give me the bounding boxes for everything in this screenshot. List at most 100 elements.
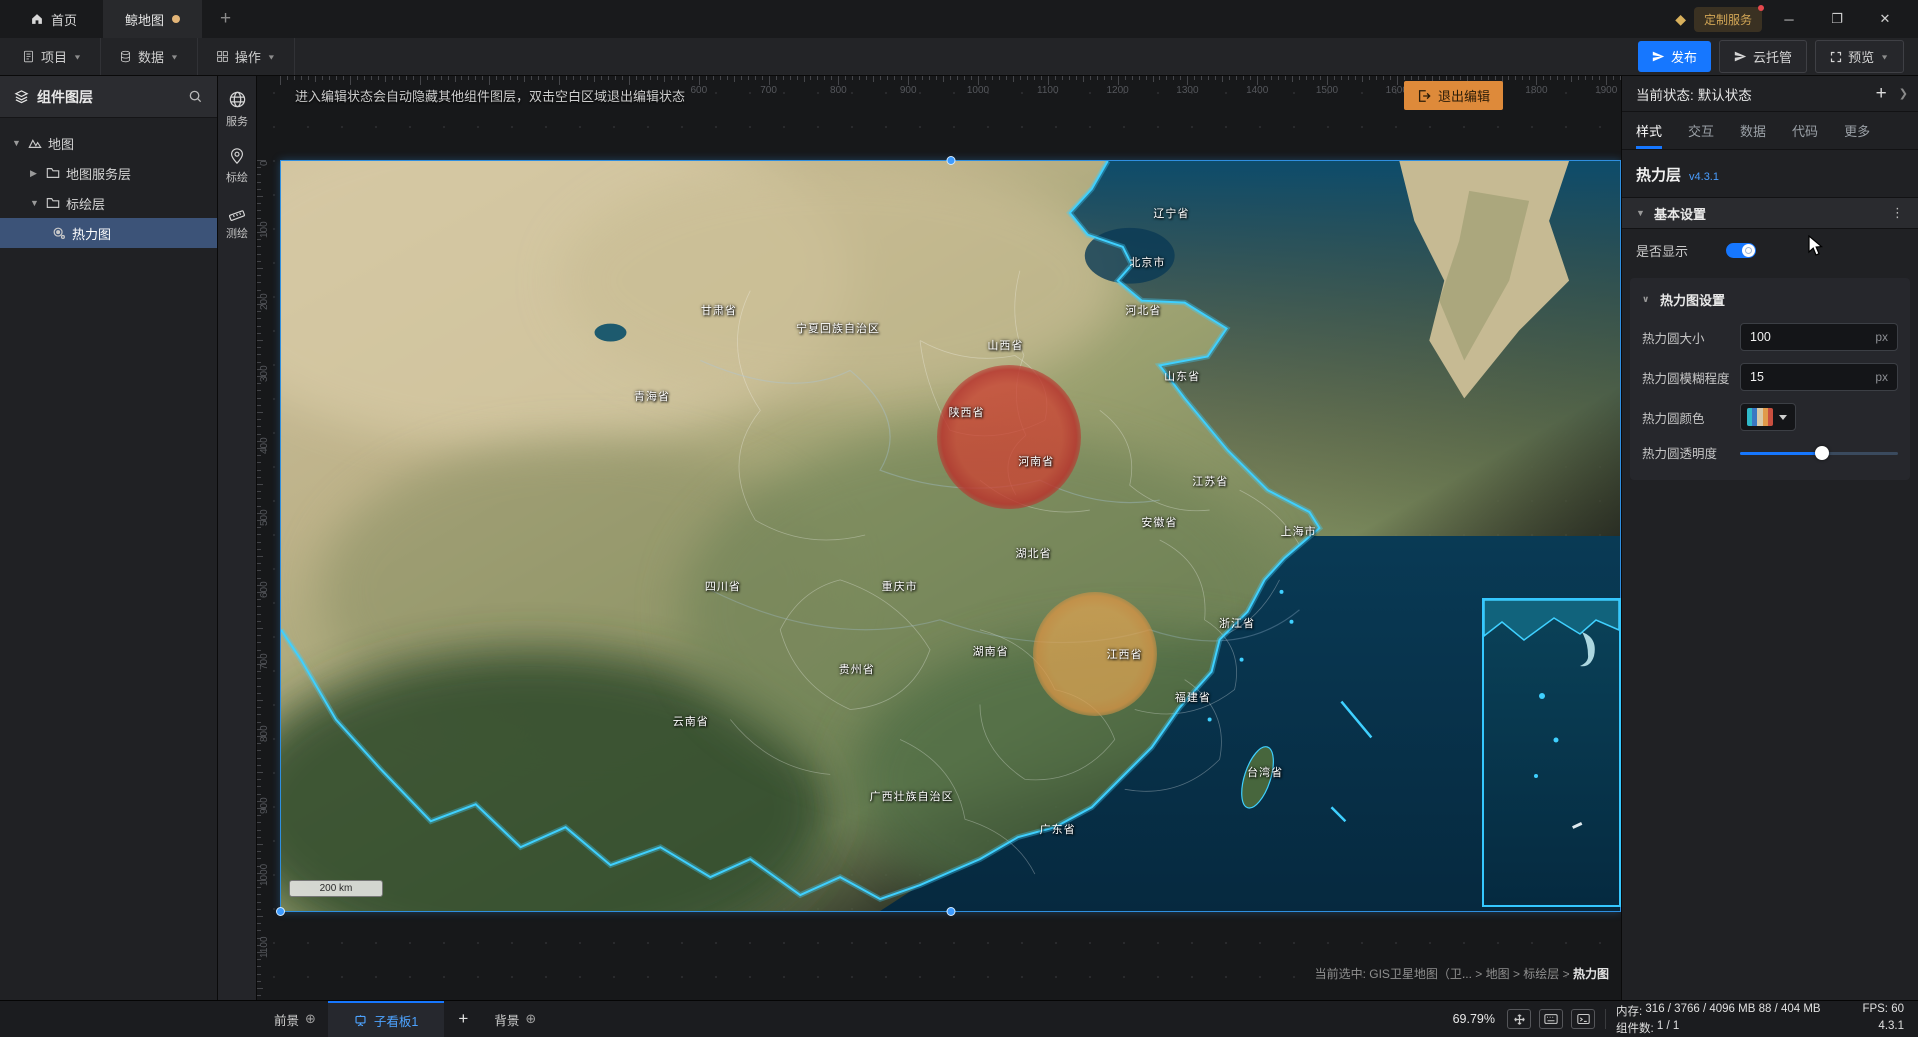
more-options-icon[interactable]: ⋮ — [1891, 205, 1904, 221]
heat-blur-value: 15 — [1750, 370, 1875, 384]
exit-edit-button[interactable]: 退出编辑 — [1404, 81, 1503, 110]
console-icon[interactable] — [1571, 1009, 1595, 1029]
publish-button[interactable]: 发布 — [1638, 41, 1711, 72]
ruler-tick — [804, 76, 805, 82]
opacity-slider[interactable] — [1740, 446, 1898, 460]
ruler-tick — [790, 76, 791, 80]
menu-action[interactable]: 操作▼ — [198, 38, 295, 75]
background-button[interactable]: 背景 ⊕ — [482, 1001, 548, 1037]
fit-view-icon[interactable] — [1507, 1009, 1531, 1029]
expand-circle-icon[interactable]: ⊕ — [525, 1011, 536, 1027]
expand-circle-icon[interactable]: ⊕ — [305, 1011, 316, 1027]
ruler-tick — [468, 76, 469, 80]
slider-handle[interactable] — [1815, 446, 1829, 460]
ruler-tick — [257, 786, 261, 787]
tab-more[interactable]: 更多 — [1844, 112, 1870, 149]
tool-service[interactable]: 服务 — [226, 90, 248, 129]
board-tab[interactable]: 子看板1 — [328, 1001, 444, 1037]
preview-button[interactable]: 预览▼ — [1815, 40, 1904, 73]
tree-item-heatmap[interactable]: 热力图 — [0, 218, 217, 248]
background-label: 背景 — [494, 1010, 519, 1029]
resize-handle-bottom-left[interactable] — [276, 907, 285, 916]
cloud-host-label: 云托管 — [1753, 47, 1792, 66]
ruler-tick — [1139, 76, 1140, 80]
province-label: 陕西省 — [949, 404, 985, 420]
foreground-button[interactable]: 前景 ⊕ — [262, 1001, 328, 1037]
edit-canvas[interactable]: 6007008009001000110012001300140015001600… — [257, 76, 1621, 1000]
cloud-host-button[interactable]: 云托管 — [1719, 40, 1807, 73]
new-tab-button[interactable]: + — [202, 0, 249, 38]
ruler-tick — [1320, 76, 1321, 80]
resize-handle-bottom[interactable] — [946, 907, 955, 916]
ruler-number: 1100 — [1037, 85, 1059, 96]
tool-plot-label: 标绘 — [226, 169, 248, 185]
tab-whale-map[interactable]: 鲸地图 — [103, 0, 202, 38]
restore-button[interactable]: ❐ — [1816, 0, 1858, 38]
province-label: 青海省 — [634, 388, 670, 404]
tree-item-map[interactable]: ▼ 地图 — [0, 128, 217, 158]
tab-code[interactable]: 代码 — [1792, 112, 1818, 149]
heat-color-picker[interactable] — [1740, 403, 1796, 431]
ruler-number: 1500 — [1316, 85, 1338, 96]
section-heatmap-settings[interactable]: ∨ 热力图设置 — [1642, 290, 1898, 309]
menu-data[interactable]: 数据▼ — [101, 38, 198, 75]
zoom-level[interactable]: 69.79% — [1453, 1012, 1495, 1026]
section-basic-settings[interactable]: ▼ 基本设置 ⋮ — [1622, 197, 1918, 229]
tool-plot[interactable]: 标绘 — [226, 147, 248, 185]
ruler-tick — [1243, 76, 1244, 80]
vip-service-badge[interactable]: 定制服务 — [1694, 7, 1762, 32]
add-board-button[interactable]: + — [444, 1001, 482, 1037]
ruler-tick — [1055, 76, 1056, 80]
visibility-toggle[interactable] — [1726, 243, 1756, 258]
ruler-tick — [685, 76, 686, 80]
tool-service-label: 服务 — [226, 113, 248, 129]
ruler-tick — [1522, 76, 1523, 80]
menu-project[interactable]: 项目▼ — [0, 38, 101, 75]
show-row: 是否显示 — [1622, 229, 1918, 272]
map-component[interactable]: 辽宁省北京市河北省山西省山东省甘肃省宁夏回族自治区陕西省青海省河南省江苏省安徽省… — [280, 160, 1621, 912]
caret-down-icon[interactable]: ▼ — [30, 198, 40, 208]
ruler-tick — [650, 76, 651, 80]
ruler-tick — [257, 851, 261, 852]
heat-size-input[interactable]: 100 px — [1740, 323, 1898, 351]
caret-down-icon[interactable]: ▼ — [12, 138, 22, 148]
minimize-button[interactable]: ─ — [1768, 0, 1810, 38]
selection-path: > 地图 > 标绘层 > — [1475, 967, 1573, 981]
ruler-tick — [1529, 76, 1530, 80]
tree-item-map-service-layer[interactable]: ▶ 地图服务层 — [0, 158, 217, 188]
ruler-tick — [1027, 76, 1028, 80]
caret-right-icon[interactable]: ▶ — [30, 168, 40, 179]
tab-data[interactable]: 数据 — [1740, 112, 1766, 149]
ruler-tick — [257, 995, 261, 996]
ruler-tick — [1369, 76, 1370, 80]
tree-item-plot-layer[interactable]: ▼ 标绘层 — [0, 188, 217, 218]
tab-interaction[interactable]: 交互 — [1688, 112, 1714, 149]
ruler-number: 1200 — [1106, 85, 1128, 96]
overview-inset-map[interactable] — [1482, 598, 1621, 907]
ruler-tick — [1543, 76, 1544, 80]
chevron-right-icon[interactable]: ❯ — [1899, 87, 1908, 100]
search-icon[interactable] — [188, 89, 203, 104]
keyboard-shortcuts-icon[interactable] — [1539, 1009, 1563, 1029]
ruler-tick — [957, 76, 958, 80]
home-tab[interactable]: 首页 — [0, 0, 103, 38]
ruler-tick — [257, 858, 261, 859]
ruler-tick — [999, 76, 1000, 80]
heat-blur-input[interactable]: 15 px — [1740, 363, 1898, 391]
tab-style[interactable]: 样式 — [1636, 112, 1662, 149]
ruler-tick — [1306, 76, 1307, 80]
province-label: 湖北省 — [1016, 545, 1052, 561]
menu-data-label: 数据 — [138, 47, 164, 66]
add-state-button[interactable]: + — [1868, 83, 1895, 105]
close-button[interactable]: ✕ — [1864, 0, 1906, 38]
resize-handle-top[interactable] — [946, 156, 955, 165]
ruler-tick — [971, 76, 972, 80]
ruler-tick — [489, 76, 490, 85]
ruler-tick — [455, 76, 456, 82]
tool-measure[interactable]: 测绘 — [226, 203, 248, 241]
ruler-tick — [257, 621, 261, 622]
heat-circle-red[interactable] — [937, 365, 1081, 509]
preview-label: 预览 — [1848, 47, 1874, 66]
ruler-tick — [257, 988, 263, 989]
layer-tree: ▼ 地图 ▶ 地图服务层 ▼ 标绘层 热力图 — [0, 118, 217, 248]
